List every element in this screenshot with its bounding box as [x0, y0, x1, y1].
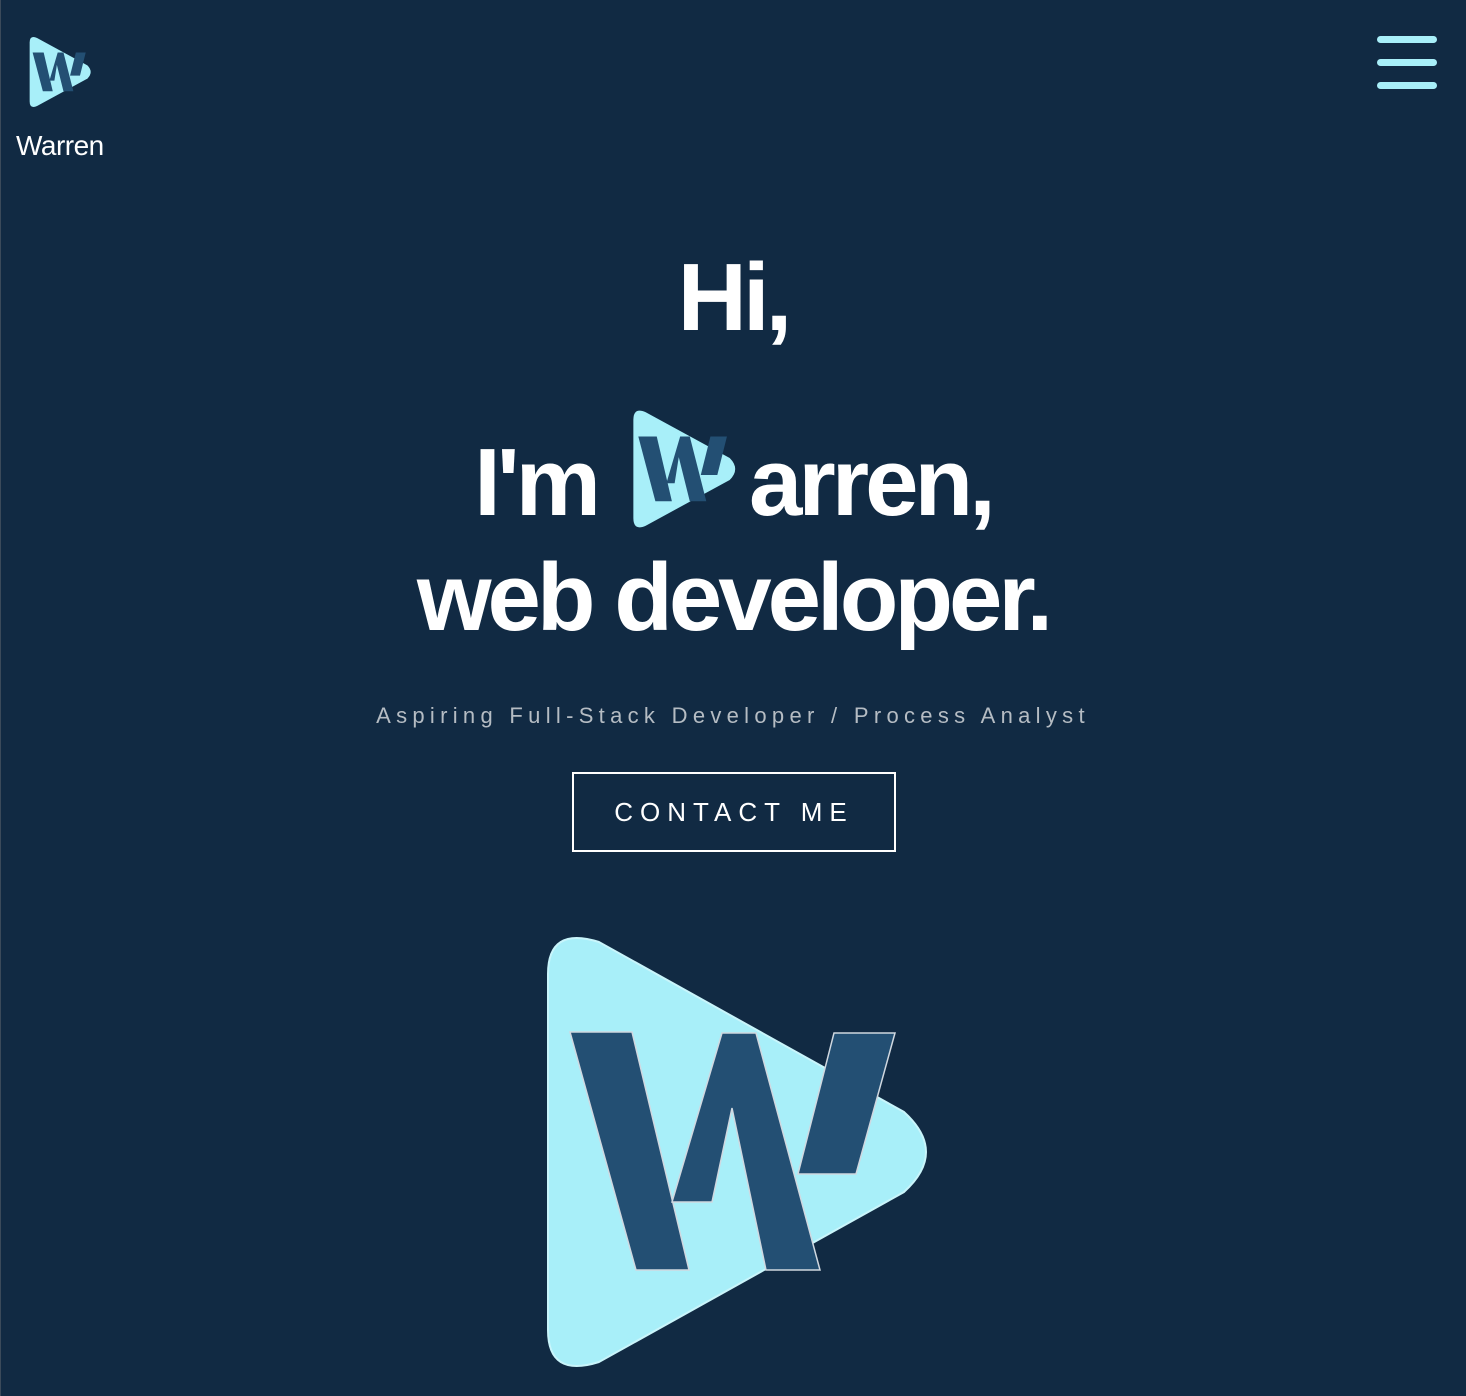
hamburger-menu-icon[interactable] [1377, 36, 1437, 90]
hero-intro: I'm arren, [0, 395, 1466, 531]
warren-logo-icon [633, 410, 736, 528]
contact-me-button[interactable]: CONTACT ME [572, 772, 896, 852]
warren-logo-large-icon [547, 937, 927, 1367]
hero-role: web developer. [416, 544, 1053, 651]
hero-intro-suffix: arren, [749, 429, 996, 536]
hero-greeting: Hi, [677, 244, 793, 351]
hero-subtitle: Aspiring Full-Stack Developer / Process … [376, 703, 1090, 728]
brand-name: Warren [16, 130, 104, 161]
warren-logo-icon [29, 37, 91, 107]
hero-intro-prefix: I'm [474, 429, 601, 536]
